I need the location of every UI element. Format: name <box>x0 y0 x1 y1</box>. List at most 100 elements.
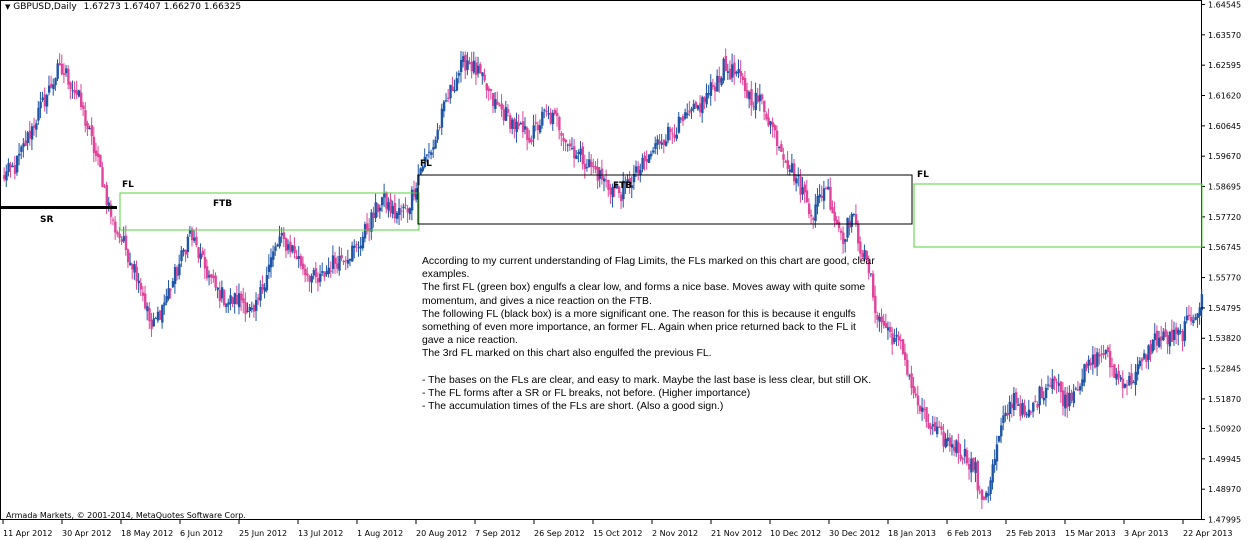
candle-bear <box>820 195 824 198</box>
candle-bull <box>1025 414 1029 416</box>
candle-bull <box>1027 409 1031 417</box>
candle-bull <box>22 143 25 147</box>
candle-bull <box>987 493 990 496</box>
candle-bear <box>201 250 205 255</box>
candle-bear <box>244 302 247 314</box>
candle-bull <box>312 269 316 276</box>
candle-bull <box>769 121 772 125</box>
candle-bear <box>556 112 559 117</box>
candle-bull <box>276 244 279 247</box>
candle-bull <box>459 59 463 73</box>
candle-bear <box>662 139 666 146</box>
candle-bear <box>126 249 130 263</box>
candle-bear <box>1111 366 1114 368</box>
candle-bull <box>970 458 973 473</box>
candle-bull <box>1091 354 1095 365</box>
candle-bear <box>854 214 858 225</box>
candle-bull <box>1032 402 1035 412</box>
candle-bull <box>1017 404 1020 406</box>
candle-bull <box>351 245 354 262</box>
candle-bull <box>41 97 44 101</box>
candle-bear <box>530 139 533 142</box>
candle-bear <box>980 489 984 500</box>
collapse-triangle-icon[interactable]: ▼ <box>5 3 10 11</box>
candle-bear <box>965 450 969 464</box>
candle-bull <box>575 155 578 160</box>
candle-bear <box>711 85 715 87</box>
y-tick-label: 1.47995 <box>1208 516 1241 525</box>
candle-bull <box>1128 375 1131 386</box>
candle-bull <box>679 118 683 120</box>
candle-bull <box>462 56 465 62</box>
candle-bear <box>733 62 736 75</box>
candle-bear <box>782 154 785 160</box>
candle-bull <box>1158 337 1161 347</box>
candle-bear <box>609 187 612 195</box>
candle-bear <box>114 221 117 233</box>
candle-bull <box>649 153 653 157</box>
candle-bear <box>775 130 779 146</box>
candle-bull <box>161 305 164 323</box>
candle-bull <box>193 237 196 241</box>
candle-bear <box>564 139 567 143</box>
candle-bear <box>553 109 557 114</box>
candle-bull <box>675 134 678 139</box>
candle-bull <box>259 287 262 301</box>
candle-bull <box>660 142 664 145</box>
candle-bear <box>714 86 717 92</box>
candle-bull <box>603 178 606 182</box>
candle-bear <box>1170 329 1174 342</box>
candle-bull <box>472 60 476 73</box>
candle-bear <box>1145 354 1148 363</box>
candle-bear <box>334 257 337 264</box>
candle-bull <box>541 111 544 126</box>
candle-bear <box>1029 411 1033 413</box>
candle-bear <box>600 168 604 180</box>
commentary-line: The following FL (black box) is a more s… <box>422 308 856 320</box>
candle-bull <box>690 108 693 111</box>
candle-bull <box>363 224 367 239</box>
candle-bull <box>1143 353 1146 359</box>
candle-bear <box>197 247 200 258</box>
commentary-line: gave a nice reaction. <box>422 335 518 347</box>
candle-bull <box>551 112 555 125</box>
candle-bull <box>208 275 211 278</box>
candle-bull <box>950 444 954 448</box>
candle-bull <box>993 459 997 466</box>
candle-bear <box>135 266 138 282</box>
candle-bear <box>1130 373 1133 385</box>
candle-bear <box>1034 400 1037 402</box>
x-tick-label: 6 Jun 2012 <box>180 529 223 538</box>
candle-bear <box>1036 404 1039 408</box>
candle-bull <box>361 236 365 249</box>
candle-bear <box>99 154 102 168</box>
candle-bull <box>1132 382 1135 384</box>
candle-bull <box>532 125 535 139</box>
candle-bull <box>737 68 740 74</box>
x-tick-label: 18 Jan 2013 <box>888 529 936 538</box>
candle-bull <box>677 116 681 133</box>
candle-bear <box>831 207 834 214</box>
x-tick-label: 20 Aug 2012 <box>416 529 467 538</box>
candle-bull <box>1115 373 1118 380</box>
candle-bear <box>1166 335 1169 345</box>
candle-bull <box>1192 320 1195 324</box>
candle-bear <box>1061 390 1065 407</box>
candle-bear <box>645 158 649 162</box>
candle-bull <box>182 249 185 252</box>
candle-bull <box>408 208 412 215</box>
candle-bull <box>156 311 160 321</box>
candle-bear <box>573 146 576 159</box>
candle-bear <box>33 125 36 128</box>
candle-bull <box>419 168 422 175</box>
candle-bull <box>402 206 405 209</box>
candle-bear <box>474 62 478 76</box>
candle-bear <box>671 133 674 135</box>
commentary-line: examples. <box>422 269 470 281</box>
candle-bear <box>739 71 743 77</box>
candle-bear <box>1049 385 1052 387</box>
candle-bear <box>942 431 945 447</box>
candle-bull <box>991 464 994 483</box>
candle-bear <box>223 290 226 306</box>
candle-bear <box>284 237 288 251</box>
